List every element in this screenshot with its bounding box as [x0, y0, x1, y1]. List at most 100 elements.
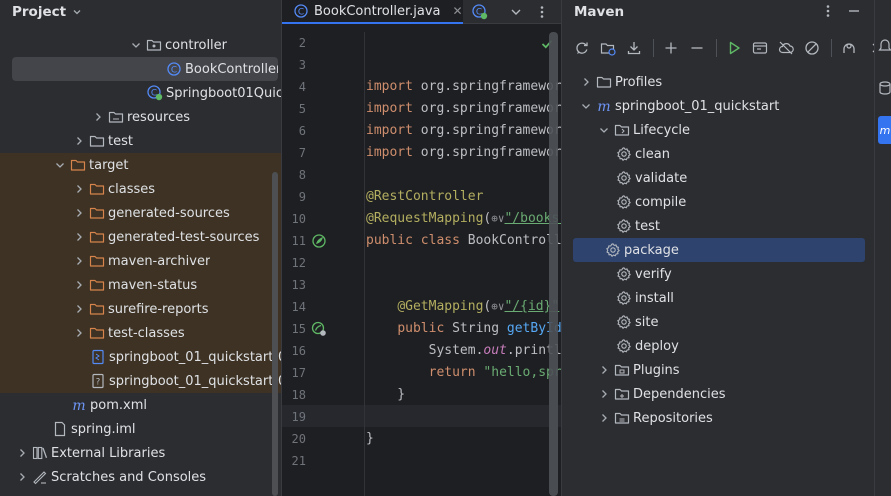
code-line[interactable]: @GetMapping(⊕∨"/{id}") [366, 296, 561, 318]
project-tree-item-scratches-and-consoles[interactable]: Scratches and Consoles [0, 465, 281, 489]
chevron-right-icon[interactable] [71, 301, 87, 317]
remove-icon[interactable] [685, 36, 709, 60]
chevron-down-icon[interactable] [71, 6, 83, 18]
right-tool-strip: m [874, 0, 891, 496]
tab-bookcontroller[interactable]: C BookController.java ✕ [282, 0, 463, 24]
gear-icon [616, 194, 632, 210]
code-line[interactable]: public class BookController { [366, 230, 561, 252]
maven-tree-item-springboot-01-quickstart[interactable]: m springboot_01_quickstart [562, 94, 874, 118]
show-dependencies-icon[interactable] [837, 36, 861, 60]
maven-tree-item-test[interactable]: test [562, 214, 874, 238]
offline-mode-icon[interactable] [774, 36, 798, 60]
project-tree-item-classes[interactable]: classes [0, 177, 281, 201]
project-tree-item-label: External Libraries [51, 445, 166, 461]
project-scrollbar[interactable] [272, 172, 278, 496]
chevron-right-icon[interactable] [596, 362, 612, 378]
project-header[interactable]: Project [0, 0, 281, 24]
chevron-right-icon[interactable] [71, 133, 87, 149]
maven-tree-item-site[interactable]: site [562, 310, 874, 334]
maven-tree-item-repositories[interactable]: Repositories [562, 406, 874, 430]
chevron-right-icon[interactable] [14, 469, 30, 485]
chevron-right-icon[interactable] [71, 277, 87, 293]
maven-tree-item-install[interactable]: install [562, 286, 874, 310]
more-vertical-icon[interactable] [820, 3, 836, 19]
chevron-down-icon[interactable] [128, 37, 144, 53]
chevron-right-icon[interactable] [90, 109, 106, 125]
project-tree-item-springboot-01-quickstart-0-0-1-snapshot-jar-original[interactable]: ? springboot_01_quickstart-0.0.1-SNAPSHOT… [0, 369, 281, 393]
tabs-dropdown-icon[interactable] [508, 4, 524, 20]
code-line[interactable]: import org.springframework.web.bind.anno… [366, 120, 561, 142]
generate-sources-icon[interactable] [596, 36, 620, 60]
chevron-right-icon[interactable] [578, 74, 594, 90]
reload-icon[interactable] [570, 36, 594, 60]
run-icon[interactable] [722, 36, 746, 60]
chevron-right-icon[interactable] [71, 253, 87, 269]
gear-icon [605, 242, 621, 258]
editor-scrollbar[interactable] [549, 32, 558, 496]
project-tree-item-spring-iml[interactable]: spring.iml [0, 417, 281, 441]
maven-tree-item-package[interactable]: package [573, 238, 865, 262]
code-line[interactable]: import org.springframework.web.bind.anno… [366, 76, 561, 98]
maven-tree-item-clean[interactable]: clean [562, 142, 874, 166]
maven-tree-item-verify[interactable]: verify [562, 262, 874, 286]
project-tree-item-external-libraries[interactable]: External Libraries [0, 441, 281, 465]
more-vertical-icon[interactable] [534, 4, 550, 20]
maven-tree-item-lifecycle[interactable]: Lifecycle [562, 118, 874, 142]
chevron-down-icon[interactable] [52, 157, 68, 173]
maven-tree-item-deploy[interactable]: deploy [562, 334, 874, 358]
request-mapping-gutter-icon[interactable] [311, 321, 327, 337]
add-icon[interactable] [659, 36, 683, 60]
download-icon[interactable] [622, 36, 646, 60]
project-tree-item-target[interactable]: target [0, 153, 281, 177]
spring-bean-gutter-icon[interactable] [311, 233, 327, 249]
project-tree-item-bookcontroller[interactable]: C BookController [12, 57, 278, 81]
chevron-right-icon[interactable] [14, 445, 30, 461]
project-tree-item-springboot-01-quickstart-0-0-1-snapshot-jar[interactable]: springboot_01_quickstart-0.0.1-SNAPSHOT.… [0, 345, 281, 369]
close-icon[interactable]: ✕ [452, 4, 462, 18]
chevron-right-icon[interactable] [863, 36, 874, 60]
project-tree-item-generated-test-sources[interactable]: generated-test-sources [0, 225, 281, 249]
project-tree-item-maven-archiver[interactable]: maven-archiver [0, 249, 281, 273]
chevron-down-icon[interactable] [578, 98, 594, 114]
chevron-right-icon[interactable] [71, 229, 87, 245]
code-line[interactable]: System.out.println("id ==> "+id); [366, 340, 561, 362]
code-line[interactable]: } [366, 428, 374, 450]
project-tree-item-resources[interactable]: resources [0, 105, 281, 129]
project-tree-item-test[interactable]: test [0, 129, 281, 153]
code-line[interactable]: import org.springframework.web.bind.anno… [366, 142, 561, 164]
maven-tree-item-validate[interactable]: validate [562, 166, 874, 190]
maven-tool-window-icon[interactable]: m [878, 116, 891, 144]
chevron-right-icon[interactable] [71, 205, 87, 221]
code-line[interactable]: } [366, 384, 405, 406]
code-line[interactable]: @RestController [366, 186, 483, 208]
maven-tree-item-profiles[interactable]: Profiles [562, 70, 874, 94]
project-tree-item-maven-status[interactable]: maven-status [0, 273, 281, 297]
minimize-icon[interactable] [846, 3, 862, 19]
code-line[interactable]: import org.springframework.web.bind.anno… [366, 98, 561, 120]
code-line[interactable]: return "hello,spring boot!"; [366, 362, 561, 384]
project-panel: Project controller C BookController C Spring… [0, 0, 281, 496]
chevron-right-icon[interactable] [71, 181, 87, 197]
project-tree-item-surefire-reports[interactable]: surefire-reports [0, 297, 281, 321]
notifications-icon[interactable] [878, 38, 891, 60]
skip-tests-icon[interactable] [800, 36, 824, 60]
maven-tree-item-compile[interactable]: compile [562, 190, 874, 214]
chevron-right-icon[interactable] [71, 325, 87, 341]
code-line[interactable]: public String getById(@PathVariable Inte… [366, 318, 561, 340]
project-tree-item-test-classes[interactable]: test-classes [0, 321, 281, 345]
execute-goal-icon[interactable] [748, 36, 772, 60]
project-tree-item-pom-xml[interactable]: m pom.xml [0, 393, 281, 417]
code-line[interactable]: @RequestMapping(⊕∨"/books") [366, 208, 561, 230]
chevron-right-icon[interactable] [596, 386, 612, 402]
project-tree-item-controller[interactable]: controller [0, 33, 281, 57]
maven-tree-item-plugins[interactable]: Plugins [562, 358, 874, 382]
maven-tree-item-dependencies[interactable]: Dependencies [562, 382, 874, 406]
tab-application[interactable]: C [472, 0, 502, 24]
project-tree-item-springboot01quickstartapplication[interactable]: CSpringboot01QuickstartApplication [0, 81, 281, 105]
chevron-down-icon[interactable] [596, 122, 612, 138]
code-area[interactable]: import org.springframework.web.bind.anno… [364, 32, 561, 496]
database-icon[interactable] [878, 80, 891, 102]
maven-tree-item-label: Lifecycle [633, 122, 691, 138]
chevron-right-icon[interactable] [596, 410, 612, 426]
project-tree-item-generated-sources[interactable]: generated-sources [0, 201, 281, 225]
